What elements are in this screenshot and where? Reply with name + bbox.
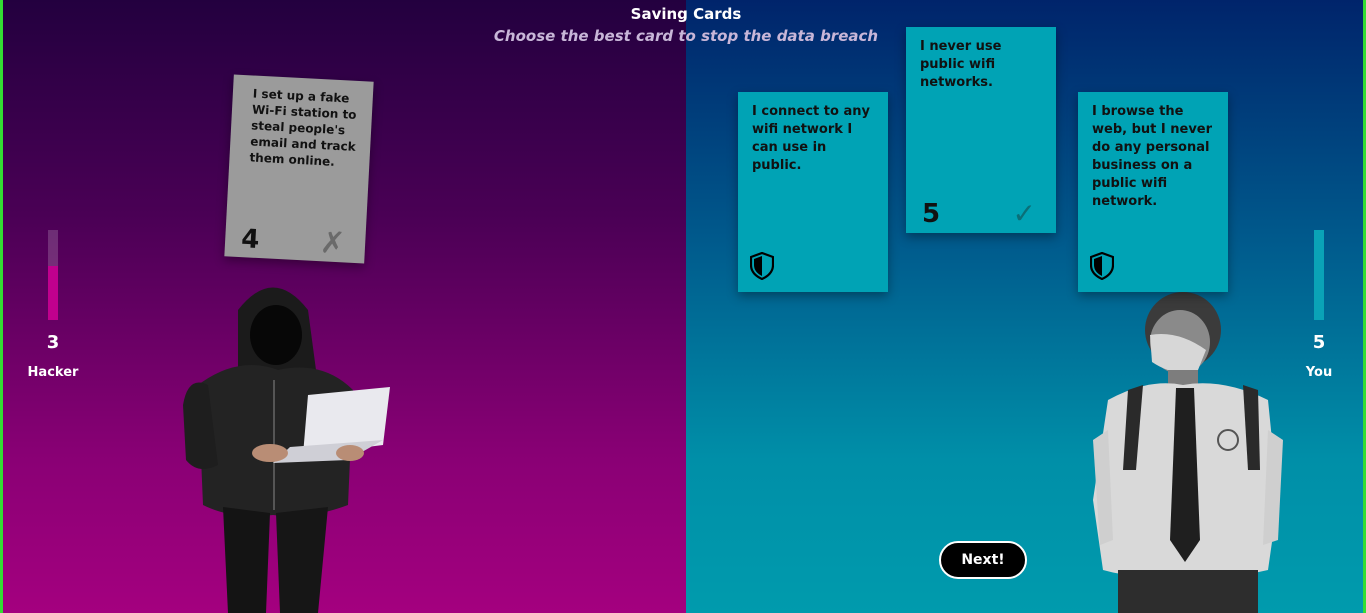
shield-icon: [1090, 252, 1114, 280]
game-subtitle: Choose the best card to stop the data br…: [493, 27, 879, 45]
player-label: You: [1305, 365, 1333, 380]
answer-card-text: I connect to any wifi network I can use …: [752, 104, 870, 173]
hacker-card: I set up a fake Wi-Fi station to steal p…: [224, 74, 374, 264]
answer-card-value: 5: [922, 199, 941, 229]
hacker-figure: [183, 287, 390, 613]
answer-card-1[interactable]: I connect to any wifi network I can use …: [738, 92, 888, 292]
check-icon: ✓: [1012, 197, 1036, 230]
answer-card-text: I browse the web, but I never do any per…: [1092, 104, 1213, 209]
player-score-meter-fill: [1314, 230, 1324, 320]
answer-card-3[interactable]: I browse the web, but I never do any per…: [1078, 92, 1228, 292]
hacker-label: Hacker: [27, 365, 79, 380]
hacker-score: 3: [46, 332, 60, 353]
next-button[interactable]: Next!: [939, 541, 1027, 579]
player-score: 5: [1312, 332, 1326, 353]
hacker-card-value: 4: [240, 224, 261, 256]
hacker-score-meter: [48, 230, 58, 320]
hacker-card-text: I set up a fake Wi-Fi station to steal p…: [249, 86, 357, 169]
player-score-meter: [1314, 230, 1324, 320]
hacker-score-meter-fill: [48, 266, 58, 320]
cross-icon: ✗: [319, 225, 347, 262]
student-figure: [1093, 292, 1283, 613]
answer-card-2[interactable]: I never use public wifi networks. 5 ✓: [906, 27, 1056, 233]
game-stage: Saving Cards Choose the best card to sto…: [0, 0, 1366, 613]
answer-card-text: I never use public wifi networks.: [920, 39, 1002, 90]
shield-icon: [750, 252, 774, 280]
game-title: Saving Cards: [630, 5, 742, 23]
